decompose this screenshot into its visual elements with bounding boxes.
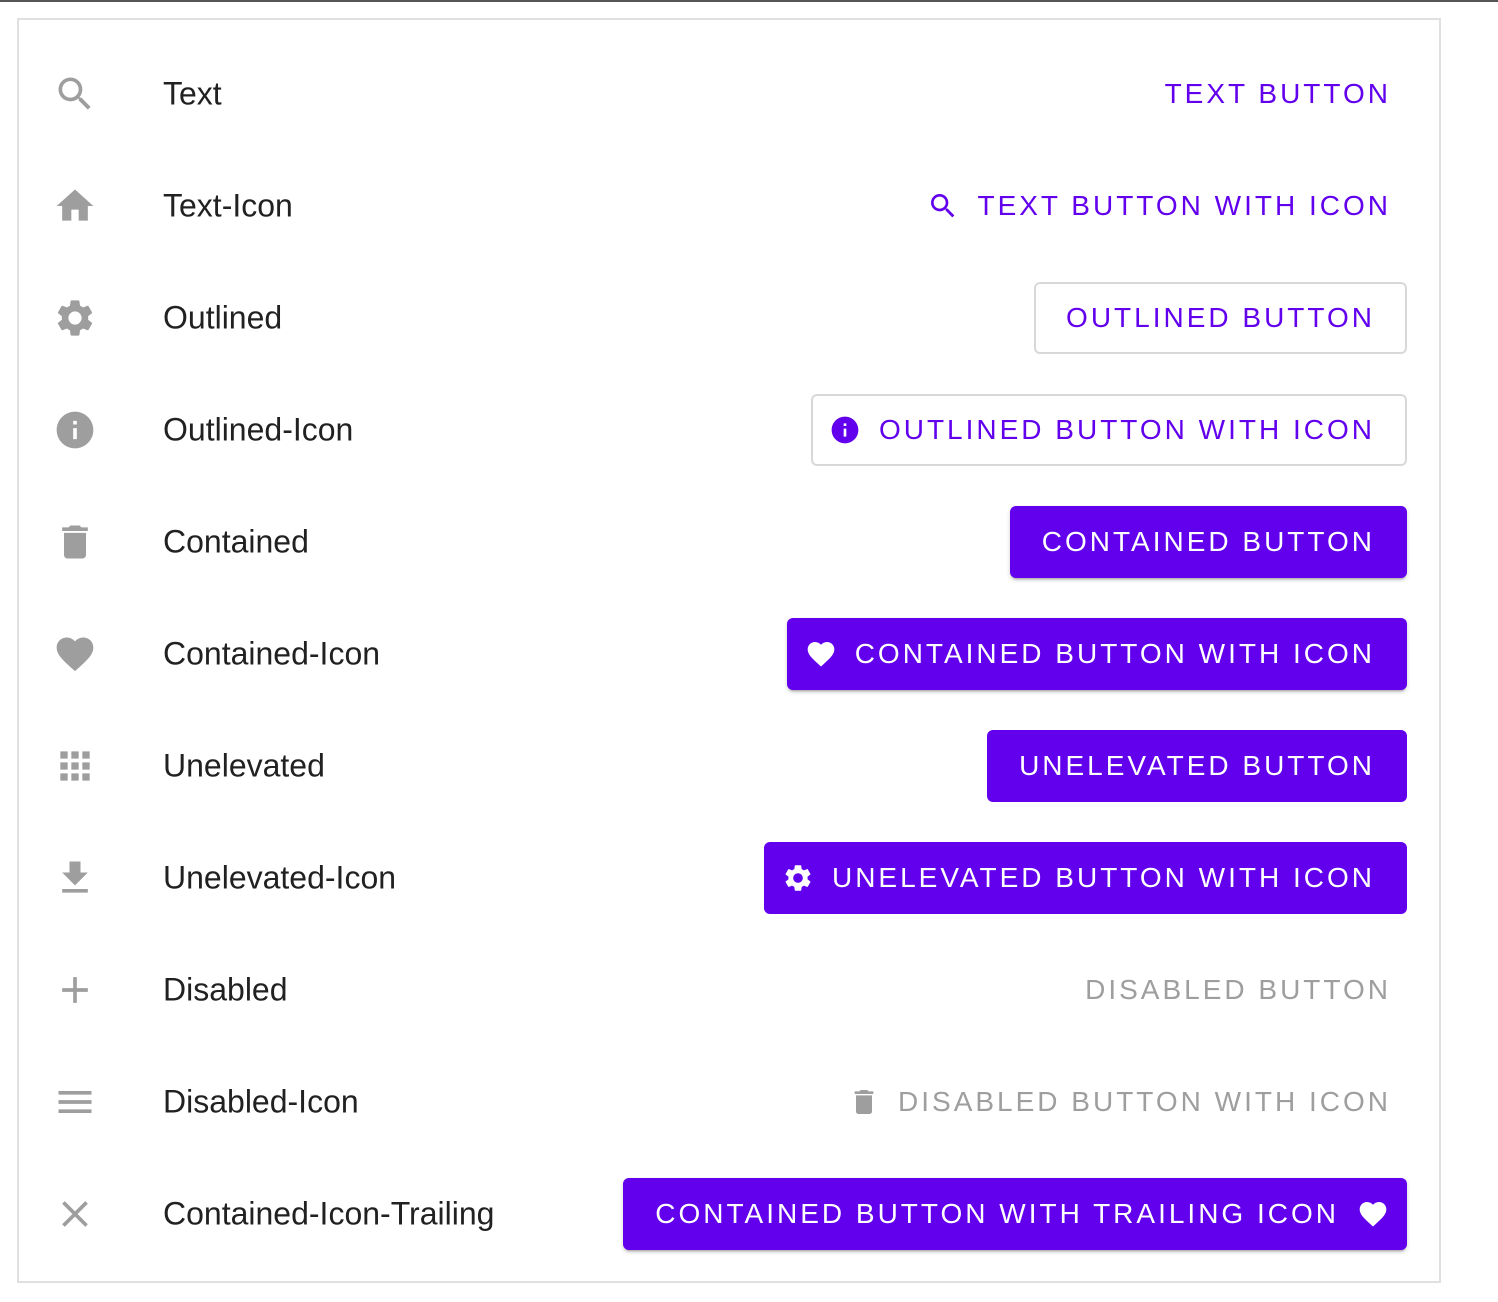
button-label: CONTAINED BUTTON WITH TRAILING ICON (655, 1198, 1339, 1229)
buttons-demo-panel: Text TEXT BUTTON Text-Icon TEXT BUTTON W… (17, 18, 1441, 1283)
disabled-button: DISABLED BUTTON (1069, 954, 1407, 1026)
list-item-text: Text TEXT BUTTON (19, 38, 1439, 150)
row-label: Contained (163, 523, 309, 560)
grid-icon (53, 744, 97, 788)
row-label: Contained-Icon (163, 635, 381, 672)
row-label: Unelevated (163, 747, 325, 784)
info-icon (53, 408, 97, 452)
unelevated-button-with-icon[interactable]: UNELEVATED BUTTON WITH ICON (763, 842, 1407, 914)
heart-icon (807, 642, 835, 667)
list-item-disabled-icon: Disabled-Icon DISABLED BUTTON WITH ICON (19, 1046, 1439, 1158)
trash-icon (854, 1090, 874, 1114)
button-label: UNELEVATED BUTTON (1019, 750, 1375, 781)
button-label: OUTLINED BUTTON (1066, 302, 1375, 333)
button-label: TEXT BUTTON WITH ICON (977, 190, 1391, 221)
close-icon (53, 1192, 97, 1236)
home-icon (53, 184, 97, 228)
button-label: CONTAINED BUTTON WITH ICON (854, 638, 1375, 669)
plus-icon (53, 968, 97, 1012)
row-label: Text (163, 75, 222, 112)
heart-icon (53, 632, 97, 676)
row-label: Disabled-Icon (163, 1083, 359, 1120)
search-icon (931, 194, 955, 218)
list-item-text-icon: Text-Icon TEXT BUTTON WITH ICON (19, 150, 1439, 262)
list-item-disabled: Disabled DISABLED BUTTON (19, 934, 1439, 1046)
top-divider (0, 0, 1498, 2)
button-label: DISABLED BUTTON WITH ICON (898, 1086, 1391, 1117)
list-item-contained-icon: Contained-Icon CONTAINED BUTTON WITH ICO… (19, 598, 1439, 710)
search-icon (53, 72, 97, 116)
info-icon (831, 416, 859, 444)
button-label: DISABLED BUTTON (1085, 974, 1391, 1005)
contained-button[interactable]: CONTAINED BUTTON (1009, 506, 1407, 578)
menu-icon (53, 1080, 97, 1124)
gear-icon (53, 296, 97, 340)
text-button[interactable]: TEXT BUTTON (1149, 58, 1407, 130)
row-label: Outlined-Icon (163, 411, 354, 448)
outlined-button-with-icon[interactable]: OUTLINED BUTTON WITH ICON (810, 394, 1407, 466)
list-item-outlined: Outlined OUTLINED BUTTON (19, 262, 1439, 374)
download-icon (53, 856, 97, 900)
text-button-with-icon[interactable]: TEXT BUTTON WITH ICON (911, 170, 1407, 242)
row-label: Contained-Icon-Trailing (163, 1195, 495, 1232)
gear-icon (785, 865, 811, 891)
row-label: Unelevated-Icon (163, 859, 397, 896)
heart-icon (1359, 1202, 1387, 1227)
unelevated-button[interactable]: UNELEVATED BUTTON (987, 730, 1407, 802)
trash-icon (53, 520, 97, 564)
disabled-button-with-icon: DISABLED BUTTON WITH ICON (832, 1066, 1407, 1138)
row-label: Text-Icon (163, 187, 293, 224)
button-label: CONTAINED BUTTON (1041, 526, 1375, 557)
button-label: TEXT BUTTON (1164, 78, 1391, 109)
button-list: Text TEXT BUTTON Text-Icon TEXT BUTTON W… (19, 38, 1439, 1270)
list-item-contained-icon-trailing: Contained-Icon-Trailing CONTAINED BUTTON… (19, 1158, 1439, 1270)
button-label: OUTLINED BUTTON WITH ICON (878, 414, 1375, 445)
row-label: Disabled (163, 971, 288, 1008)
contained-button-with-icon[interactable]: CONTAINED BUTTON WITH ICON (786, 618, 1407, 690)
button-label: UNELEVATED BUTTON WITH ICON (831, 862, 1375, 893)
contained-button-with-trailing-icon[interactable]: CONTAINED BUTTON WITH TRAILING ICON (623, 1178, 1407, 1250)
list-item-outlined-icon: Outlined-Icon OUTLINED BUTTON WITH ICON (19, 374, 1439, 486)
list-item-unelevated-icon: Unelevated-Icon UNELEVATED BUTTON WITH I… (19, 822, 1439, 934)
row-label: Outlined (163, 299, 283, 336)
list-item-contained: Contained CONTAINED BUTTON (19, 486, 1439, 598)
outlined-button[interactable]: OUTLINED BUTTON (1034, 282, 1407, 354)
list-item-unelevated: Unelevated UNELEVATED BUTTON (19, 710, 1439, 822)
